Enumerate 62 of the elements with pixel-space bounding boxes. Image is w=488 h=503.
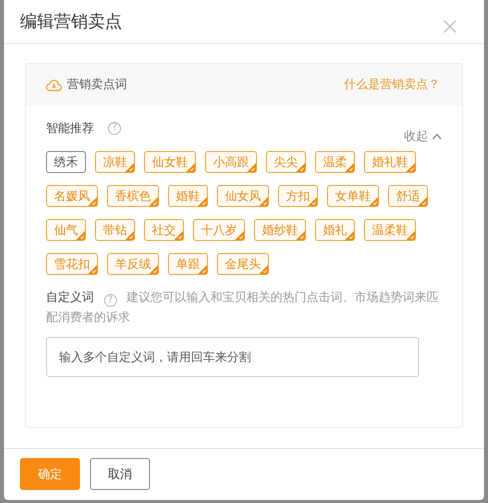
tag-chip[interactable]: 婚鞋 <box>168 184 208 207</box>
cloud-icon <box>46 78 62 92</box>
tag-chip[interactable]: 婚纱鞋 <box>254 218 306 241</box>
cancel-button[interactable]: 取消 <box>90 458 150 490</box>
confirm-button[interactable]: 确定 <box>20 458 80 490</box>
tag-chip[interactable]: 温柔鞋 <box>364 218 416 241</box>
corner-check-icon <box>406 162 415 172</box>
corner-check-icon <box>369 196 378 206</box>
corner-check-icon <box>259 264 268 274</box>
corner-check-icon <box>186 162 195 172</box>
collapse-button[interactable]: 收起 <box>404 128 442 145</box>
tag-chip[interactable]: 雪花扣 <box>46 252 98 275</box>
tag-chip[interactable]: 社交 <box>144 218 184 241</box>
tag-chip[interactable]: 名媛风 <box>46 184 98 207</box>
corner-check-icon <box>198 264 207 274</box>
corner-check-icon <box>125 230 134 240</box>
tag-chip[interactable]: 婚礼鞋 <box>364 150 416 173</box>
corner-check-icon <box>247 162 256 172</box>
corner-check-icon <box>149 196 158 206</box>
tag-chip[interactable]: 小高跟 <box>205 150 257 173</box>
input-field[interactable]: 输入多个自定义词，请用回车来分割 <box>46 337 419 378</box>
tag-chip[interactable]: 羊反绒 <box>107 252 159 275</box>
corner-check-icon <box>76 230 85 240</box>
corner-check-icon <box>174 230 183 240</box>
tag-chip[interactable]: 香槟色 <box>107 184 159 207</box>
corner-check-icon <box>345 230 354 240</box>
tag-chip[interactable]: 带钻 <box>95 218 135 241</box>
section-label: 智能推荐 <box>46 120 94 137</box>
tag-chip[interactable]: 仙女风 <box>217 184 269 207</box>
corner-check-icon <box>125 162 134 172</box>
help-icon[interactable]: ? <box>104 294 117 308</box>
corner-check-icon <box>259 196 268 206</box>
tag-chip[interactable]: 温柔 <box>315 150 355 173</box>
tag-chip[interactable]: 绣禾 <box>46 150 86 173</box>
tag-chip[interactable]: 尖尖 <box>266 150 306 173</box>
custom-words-hint: 自定义词 ? 建议您可以输入和宝贝相关的热门点击词、市场趋势词来匹配消费者的诉求 <box>46 288 440 326</box>
corner-check-icon <box>149 264 158 274</box>
tag-chip[interactable]: 仙女鞋 <box>144 150 196 173</box>
tag-chip[interactable]: 十八岁 <box>193 218 245 241</box>
tag-chip[interactable]: 婚礼 <box>315 218 355 241</box>
panel-heading: 营销卖点词 <box>67 76 127 94</box>
corner-check-icon <box>418 196 427 206</box>
corner-check-icon <box>88 264 97 274</box>
tag-chip[interactable]: 仙气 <box>46 218 86 241</box>
corner-check-icon <box>235 230 244 240</box>
corner-check-icon <box>88 196 97 206</box>
corner-check-icon <box>296 162 305 172</box>
corner-check-icon <box>296 230 305 240</box>
close-button[interactable]: × <box>440 12 460 40</box>
tag-chip[interactable]: 女单鞋 <box>327 184 379 207</box>
tag-chip[interactable]: 舒适 <box>388 184 428 207</box>
dialog-title: 编辑营销卖点 <box>20 10 122 33</box>
corner-check-icon <box>198 196 207 206</box>
tag-chip[interactable]: 单跟 <box>168 252 208 275</box>
tag-chip[interactable]: 金尾头 <box>217 252 269 275</box>
tag-chip[interactable]: 方扣 <box>278 184 318 207</box>
help-link[interactable]: 什么是营销卖点？ <box>344 76 440 94</box>
corner-check-icon <box>406 230 415 240</box>
tag-chip[interactable]: 凉鞋 <box>95 150 135 173</box>
chevron-up-icon <box>432 132 442 140</box>
corner-check-icon <box>345 162 354 172</box>
corner-check-icon <box>308 196 317 206</box>
